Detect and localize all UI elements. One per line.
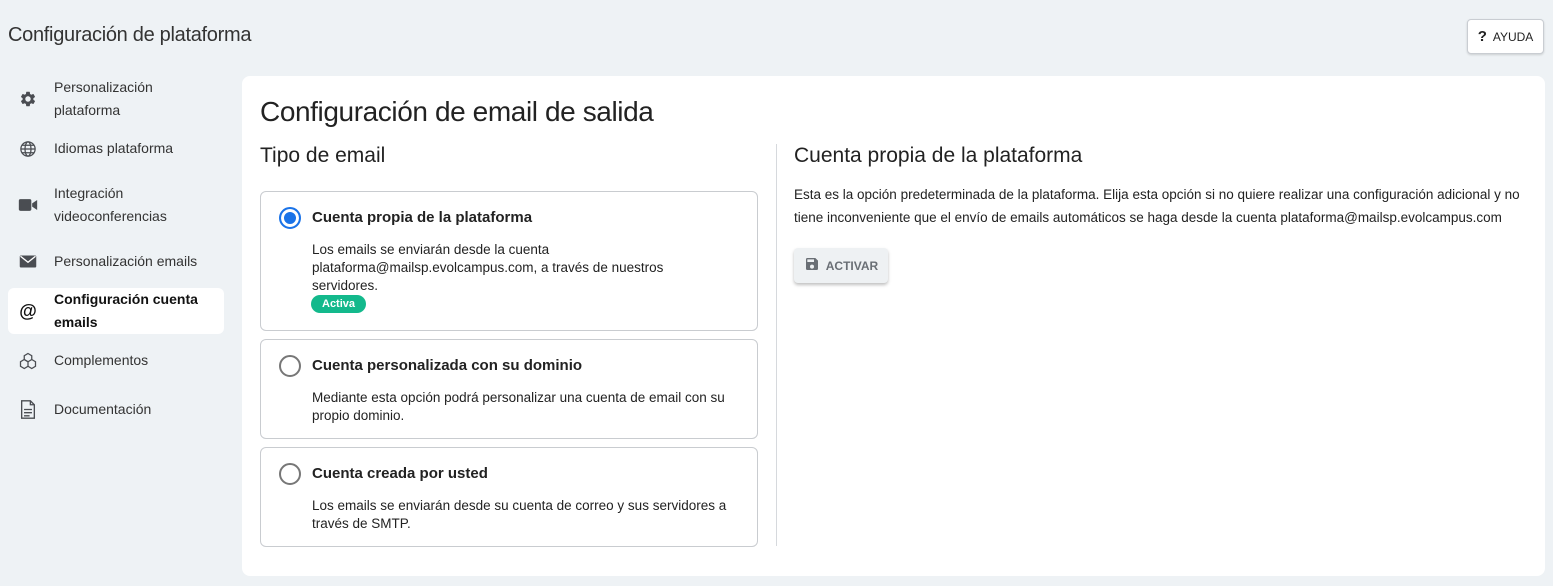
question-mark-icon: ?: [1477, 28, 1487, 45]
email-config-card: Configuración de email de salida Tipo de…: [242, 76, 1545, 576]
radio-button[interactable]: [279, 463, 301, 485]
detail-description: Esta es la opción predeterminada de la p…: [794, 187, 1520, 225]
at-sign-icon: @: [19, 300, 37, 321]
globe-icon: [18, 139, 38, 159]
status-badge: Activa: [311, 295, 367, 313]
option-description: Los emails se enviarán desde la cuenta p…: [312, 242, 664, 293]
email-type-title: Tipo de email: [260, 144, 386, 167]
email-option-platform-account[interactable]: Cuenta propia de la plataforma Los email…: [260, 191, 758, 331]
option-description: Mediante esta opción podrá personalizar …: [312, 390, 725, 423]
option-description: Los emails se enviarán desde su cuenta d…: [312, 498, 727, 531]
email-option-custom-domain[interactable]: Cuenta personalizada con su dominio Medi…: [260, 339, 758, 439]
sidebar-item-label: Complementos: [54, 352, 149, 368]
section-title: Configuración de email de salida: [260, 96, 654, 127]
document-icon: [18, 399, 38, 419]
sidebar-item-label: Idiomas plataforma: [54, 140, 174, 156]
sidebar-item-integracion-videoconferencias[interactable]: Integración videoconferencias: [8, 175, 224, 235]
sidebar-item-label: Integración videoconferencias: [54, 185, 167, 224]
page-title: Configuración de plataforma: [8, 24, 252, 46]
sidebar: Personalización plataforma Idiomas plata…: [8, 76, 224, 436]
detail-title: Cuenta propia de la plataforma: [794, 144, 1083, 167]
help-button[interactable]: ? AYUDA: [1467, 19, 1544, 54]
activate-button-label: ACTIVAR: [825, 258, 879, 273]
option-title: Cuenta creada por usted: [312, 465, 488, 482]
radio-button[interactable]: [279, 355, 301, 377]
sidebar-item-label: Documentación: [54, 400, 152, 417]
radio-button-selected[interactable]: [279, 207, 301, 229]
envelope-icon: [18, 252, 38, 272]
sidebar-item-label: Configuración cuenta emails: [54, 291, 198, 330]
help-button-label: AYUDA: [1492, 29, 1534, 44]
option-title: Cuenta propia de la plataforma: [312, 209, 533, 226]
cubes-icon: [18, 351, 38, 371]
floppy-disk-icon: [804, 256, 820, 275]
sidebar-item-configuracion-cuenta-emails[interactable]: @ Configuración cuenta emails: [8, 288, 224, 334]
option-title: Cuenta personalizada con su dominio: [312, 357, 583, 374]
sidebar-item-label: Personalización plataforma: [54, 79, 153, 118]
activate-button[interactable]: ACTIVAR: [794, 248, 888, 283]
sidebar-item-idiomas-plataforma[interactable]: Idiomas plataforma: [8, 127, 224, 171]
email-option-own-account[interactable]: Cuenta creada por usted Los emails se en…: [260, 447, 758, 547]
video-camera-icon: [18, 195, 38, 215]
sidebar-item-complementos[interactable]: Complementos: [8, 339, 224, 383]
gear-icon: [18, 89, 38, 109]
sidebar-item-personalizacion-emails[interactable]: Personalización emails: [8, 240, 224, 284]
sidebar-item-label: Personalización emails: [54, 253, 198, 269]
column-divider: [776, 144, 777, 546]
sidebar-item-personalizacion-plataforma[interactable]: Personalización plataforma: [8, 76, 224, 122]
sidebar-item-documentacion[interactable]: Documentación: [8, 387, 224, 431]
